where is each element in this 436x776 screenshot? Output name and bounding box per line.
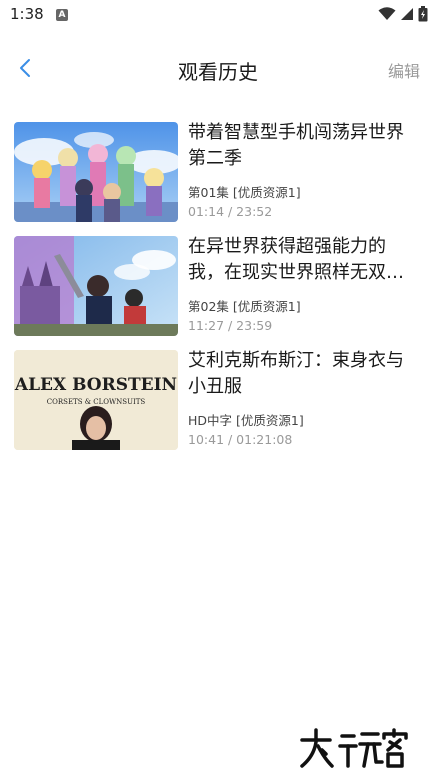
video-title: 艾利克斯布斯汀：束身衣与小丑服 [188,350,404,397]
app-notification-icon: A [56,9,68,21]
episode-source: HD中字 [优质资源1] [188,413,304,428]
thumbnail-title-text: ALEX BORSTEIN [14,375,177,395]
episode-source: 第01集 [优质资源1] [188,185,301,200]
history-item[interactable]: 带着智慧型手机闯荡异世界第二季 第01集 [优质资源1] 01:14 / 23:… [14,114,424,222]
battery-icon [418,6,428,22]
status-time: 1:38 [10,5,44,23]
video-title: 带着智慧型手机闯荡异世界第二季 [188,122,404,169]
history-item[interactable]: 在异世界获得超强能力的我，在现实世界照样无双～等级提升改变人生命运～ 第02集 … [14,228,424,336]
episode-source: 第02集 [优质资源1] [188,299,301,314]
watch-progress: 11:27 / 23:59 [188,318,273,333]
edit-button[interactable]: 编辑 [388,58,420,82]
video-thumbnail [14,236,178,336]
status-bar: 1:38 A [0,0,436,30]
thumbnail-subtitle-text: CORSETS & CLOWNSUITS [47,398,146,406]
history-item[interactable]: ALEX BORSTEIN CORSETS & CLOWNSUITS 艾利克斯布… [14,342,424,450]
signal-icon [401,8,413,20]
status-icons [378,6,428,22]
video-thumbnail [14,122,178,222]
video-title: 在异世界获得超强能力的我，在现实世界照样无双～等级提升改变人生命运～ [188,236,404,283]
page-title: 观看历史 [178,60,258,84]
watch-progress: 10:41 / 01:21:08 [188,432,293,447]
watch-progress: 01:14 / 23:52 [188,204,273,219]
app-bar: 观看历史 编辑 [0,44,436,94]
watermark-logo [296,726,426,770]
video-thumbnail: ALEX BORSTEIN CORSETS & CLOWNSUITS [14,350,178,450]
wifi-icon [378,7,396,20]
